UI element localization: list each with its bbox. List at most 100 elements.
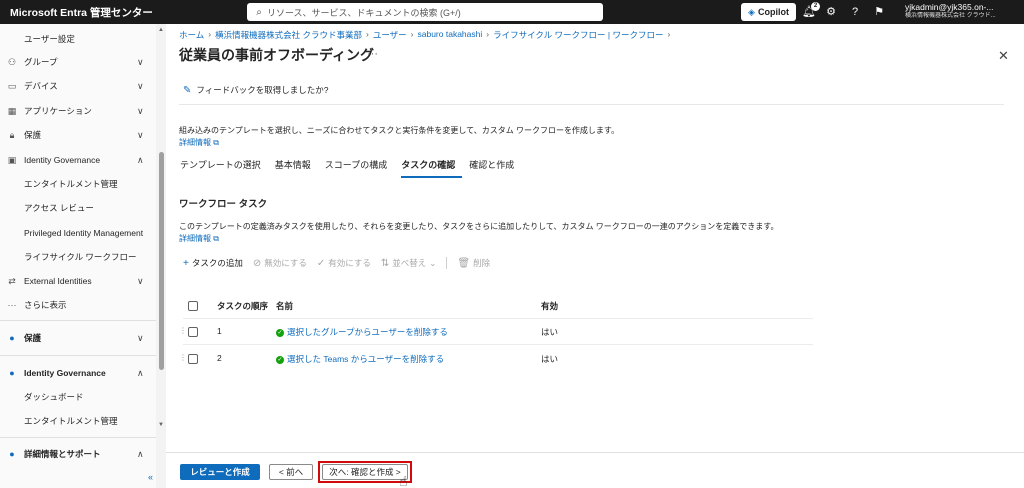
external-link-icon: ⧉ (213, 138, 219, 147)
column-header-name[interactable]: 名前 (276, 300, 293, 312)
more-options-icon[interactable]: ··· (367, 48, 378, 60)
disable-button[interactable]: ⊘ 無効にする (253, 257, 307, 269)
task-name-link[interactable]: 選択したグループからユーザーを削除する (287, 327, 448, 337)
tab-review-tasks[interactable]: タスクの確認 (401, 158, 463, 178)
sidebar-item-identity-governance[interactable]: ▣ Identity Governance ∧ (0, 154, 156, 166)
sidebar-item-label: エンタイトルメント管理 (24, 416, 118, 426)
sidebar-item-dashboard[interactable]: ダッシュボード (0, 391, 156, 403)
table-header: タスクの順序 名前 有効 (183, 300, 813, 312)
search-placeholder: リソース、サービス、ドキュメントの検索 (G+/) (267, 7, 461, 18)
help-icon[interactable]: ? (848, 5, 862, 19)
section-learn-more-link[interactable]: 詳細情報 ⧉ (179, 233, 219, 244)
chevron-down-icon: ∨ (137, 80, 144, 91)
page-title: 従業員の事前オフボーディング (179, 47, 375, 63)
breadcrumb-separator: › (410, 29, 414, 39)
add-task-button[interactable]: + タスクの追加 (183, 257, 243, 269)
scroll-thumb[interactable] (159, 152, 164, 370)
sidebar-item-lifecycle[interactable]: ライフサイクル ワークフロー (0, 251, 156, 263)
section-description: このテンプレートの定義済みタスクを使用したり、それらを変更したり、タスクをさらに… (179, 222, 779, 231)
delete-button[interactable]: 🗑︎ 削除 (457, 257, 490, 269)
sidebar-item-label: ユーザー設定 (24, 34, 75, 44)
collapse-sidebar-icon[interactable]: « (148, 472, 153, 482)
trash-icon: 🗑︎ (457, 257, 471, 269)
tab-scope[interactable]: スコープの構成 (325, 158, 394, 178)
toolbar-separator (446, 257, 448, 269)
table-row[interactable]: ⋮ 2 ✓ 選択した Teams からユーザーを削除する はい (179, 353, 813, 373)
delete-label: 削除 (473, 258, 491, 268)
sidebar-item-identity-governance-section[interactable]: ● Identity Governance ∧ (0, 367, 156, 379)
row-checkbox[interactable] (188, 354, 198, 364)
close-icon[interactable]: ✕ (998, 48, 1009, 64)
column-header-enabled[interactable]: 有効 (541, 300, 558, 312)
sidebar-item-label: Identity Governance (24, 155, 101, 165)
feedback-label: フィードバックを取得しましたか? (196, 85, 329, 95)
app-title[interactable]: Microsoft Entra 管理センター (0, 5, 230, 20)
device-icon: ▭ (7, 80, 17, 91)
more-icon: ··· (7, 300, 17, 310)
breadcrumb-tenant[interactable]: 横浜情報機器株式会社 クラウド事業部 (215, 29, 362, 41)
task-enabled: はい (541, 354, 559, 364)
sidebar-item-label: ダッシュボード (24, 392, 84, 402)
sidebar-item-label: 詳細情報とサポート (24, 449, 101, 459)
sidebar-item-label: 保護 (24, 130, 42, 140)
scroll-down-icon[interactable]: ▼ (157, 422, 165, 428)
success-check-icon: ✓ (276, 355, 284, 364)
breadcrumb-user[interactable]: saburo takahashi (418, 29, 483, 41)
drag-handle-icon[interactable]: ⋮ (179, 353, 187, 362)
tab-basics[interactable]: 基本情報 (275, 158, 318, 178)
review-create-button[interactable]: レビューと作成 (180, 464, 260, 480)
sidebar-item-pim[interactable]: Privileged Identity Management (0, 222, 156, 244)
breadcrumb-users[interactable]: ユーザー (373, 29, 407, 41)
sidebar-item-label: グループ (24, 57, 58, 67)
sidebar-item-show-more[interactable]: ··· さらに表示 (0, 299, 156, 311)
sidebar-item-access-reviews[interactable]: アクセス レビュー (0, 202, 156, 214)
scroll-up-icon[interactable]: ▲ (157, 27, 165, 33)
footer-divider (166, 452, 1024, 453)
breadcrumb-workflows[interactable]: ライフサイクル ワークフロー | ワークフロー (493, 29, 663, 41)
sidebar-item-entitlement-2[interactable]: エンタイトルメント管理 (0, 415, 156, 427)
feedback-icon[interactable]: ⚑ (872, 5, 886, 19)
chevron-down-icon: ∨ (137, 105, 144, 116)
breadcrumb: ホーム › 横浜情報機器株式会社 クラウド事業部 › ユーザー › saburo… (179, 29, 670, 41)
sidebar-item-groups[interactable]: ⚇ グループ ∨ (0, 56, 156, 68)
drag-handle-icon[interactable]: ⋮ (179, 326, 187, 335)
sidebar-item-applications[interactable]: ▦ アプリケーション ∨ (0, 105, 156, 117)
sidebar-item-label: Identity Governance (24, 368, 106, 378)
gear-icon[interactable]: ⚙ (824, 5, 838, 19)
reorder-button[interactable]: ⇅ 並べ替え ⌄ (381, 257, 437, 269)
tab-template[interactable]: テンプレートの選択 (180, 158, 268, 178)
account-menu[interactable]: yjkadmin@yjk365.on-... 横浜情報機器株式会社 クラウド..… (905, 3, 1020, 21)
sidebar-item-protection[interactable]: 🔒︎ 保護 ∨ (0, 129, 156, 141)
search-box[interactable]: ⌕ リソース、サービス、ドキュメントの検索 (G+/) (247, 3, 603, 21)
table-divider (183, 318, 813, 319)
feedback-link[interactable]: ✎ フィードバックを取得しましたか? (183, 84, 328, 96)
column-header-order[interactable]: タスクの順序 (217, 300, 268, 312)
learn-more-link[interactable]: 詳細情報 ⧉ (179, 137, 219, 148)
reorder-label: 並べ替え (392, 258, 427, 268)
sidebar-item-protection-section[interactable]: ● 保護 ∨ (0, 332, 156, 344)
notification-badge: 2 (811, 2, 820, 11)
previous-button[interactable]: < 前へ (269, 464, 313, 480)
external-link-icon: ⧉ (213, 234, 219, 243)
select-all-checkbox[interactable] (188, 301, 198, 311)
support-icon: ● (9, 449, 15, 459)
sidebar-item-external[interactable]: ⇄ External Identities ∨ (0, 275, 156, 287)
sidebar-item-devices[interactable]: ▭ デバイス ∨ (0, 80, 156, 92)
row-checkbox[interactable] (188, 327, 198, 337)
sidebar-item-support[interactable]: ● 詳細情報とサポート ∧ (0, 448, 156, 460)
notification-icon[interactable]: 🔔︎ 2 (802, 2, 820, 19)
sidebar-item-label: アクセス レビュー (24, 203, 94, 213)
copilot-button[interactable]: ◈ Copilot (741, 3, 796, 21)
breadcrumb-separator: › (486, 29, 490, 39)
enable-button[interactable]: ✓ 有効にする (317, 257, 371, 269)
breadcrumb-home[interactable]: ホーム (179, 29, 204, 41)
table-row[interactable]: ⋮ 1 ✓ 選択したグループからユーザーを削除する はい (179, 326, 813, 346)
task-name-link[interactable]: 選択した Teams からユーザーを削除する (287, 354, 444, 364)
sidebar-item-label: 保護 (24, 333, 42, 343)
task-name-cell: ✓ 選択したグループからユーザーを削除する (276, 326, 448, 338)
sidebar-item-user-settings[interactable]: ユーザー設定 (0, 33, 156, 45)
sidebar-item-entitlement[interactable]: エンタイトルメント管理 (0, 178, 156, 190)
tab-review-create[interactable]: 確認と作成 (469, 158, 521, 178)
sidebar-divider (0, 437, 156, 438)
governance-icon: ● (9, 368, 15, 378)
